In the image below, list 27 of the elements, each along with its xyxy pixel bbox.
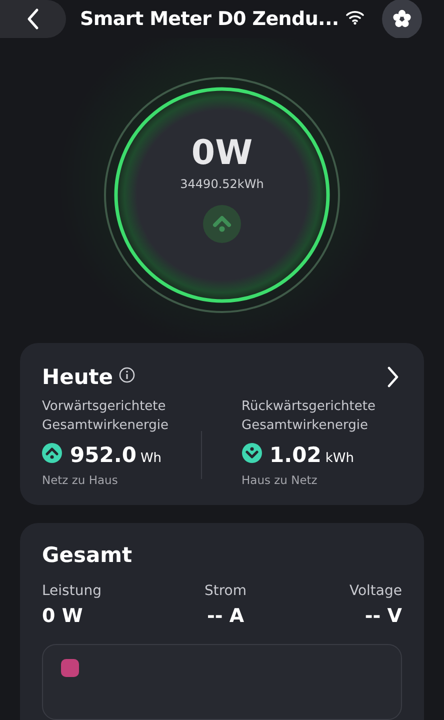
back-button[interactable] (0, 0, 66, 38)
metric-label: Strom (204, 583, 246, 599)
energy-value: 952.0 (70, 443, 136, 467)
chevron-right-icon[interactable] (386, 366, 400, 388)
energy-value: 1.02 (270, 443, 322, 467)
settings-icon[interactable] (392, 9, 412, 29)
device-icon (61, 659, 79, 677)
device-title: Smart Meter D0 Zendu... (80, 8, 339, 30)
metric-label: Leistung (42, 583, 102, 599)
card-title: Heute (42, 365, 114, 389)
metric-label: Voltage (349, 583, 402, 599)
energy-label: Rückwärtsgerichtete Gesamtwirkenergie (242, 398, 376, 435)
card-title: Gesamt (42, 543, 134, 567)
energy-unit: kWh (325, 451, 354, 466)
info-icon[interactable] (119, 367, 136, 383)
power-reading: 0W (191, 133, 253, 173)
settings-button[interactable] (382, 0, 422, 39)
flow-caption: Haus zu Netz (242, 473, 318, 487)
metric-value: 0 W (42, 605, 84, 627)
back-icon[interactable] (26, 8, 40, 30)
flow-caption: Netz zu Haus (42, 473, 119, 487)
metric-value: -- A (206, 605, 244, 627)
wifi-icon (344, 9, 365, 25)
metric-value: -- V (364, 605, 402, 627)
energy-total: 34490.52kWh (180, 177, 264, 191)
energy-label: Vorwärtsgerichtete Gesamtwirkenergie (42, 398, 170, 435)
energy-unit: Wh (140, 451, 162, 466)
